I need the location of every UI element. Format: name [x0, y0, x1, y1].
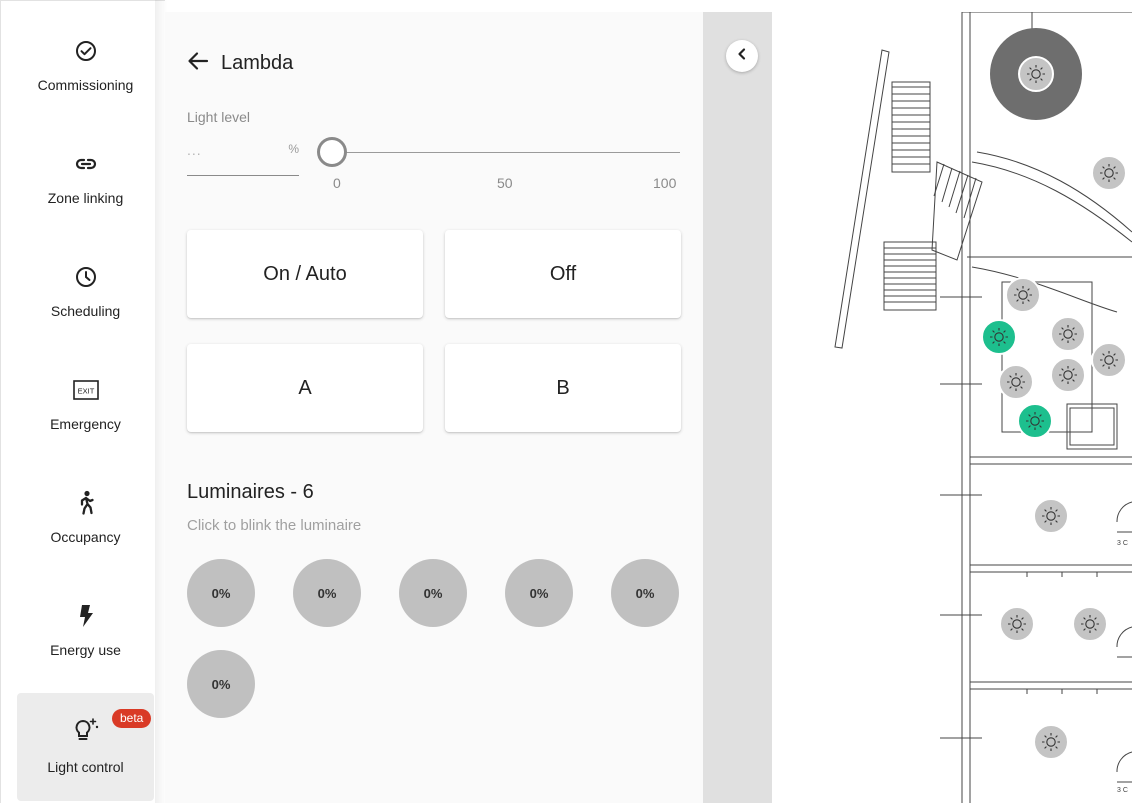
panel-header: Lambda [187, 50, 293, 77]
luminaire-button[interactable]: 0% [399, 559, 467, 627]
light-level-slider-track[interactable] [331, 152, 680, 153]
bulb-sparkle-icon [71, 713, 101, 749]
nav-item-label: Light control [47, 759, 124, 775]
exit-sign-icon: EXIT [72, 372, 99, 408]
nav-item-scheduling[interactable]: Scheduling [17, 247, 154, 347]
nav-item-energy-use[interactable]: Energy use [17, 586, 154, 686]
light-level-input[interactable]: ... % [187, 140, 299, 176]
luminaire-marker [1033, 498, 1069, 534]
nav-item-zone-linking[interactable]: Zone linking [17, 134, 154, 234]
luminaire-marker [1091, 342, 1127, 378]
luminaire-marker [1091, 155, 1127, 191]
luminaires-title: Luminaires - 6 [187, 481, 314, 503]
slider-min-label: 0 [333, 175, 341, 191]
nav-item-label: Emergency [50, 416, 121, 432]
light-level-slider-thumb[interactable] [317, 137, 347, 167]
nav-item-label: Occupancy [50, 529, 121, 545]
room-label: 3 C [1117, 540, 1128, 547]
floor-plan-map[interactable]: 3 C 3 C [772, 12, 1132, 803]
nav-item-label: Commissioning [37, 77, 134, 93]
check-circle-icon [74, 33, 98, 69]
nav-rail: Commissioning Zone linking Scheduling EX… [0, 0, 165, 803]
collapse-panel-button[interactable] [726, 40, 758, 72]
luminaire-marker [998, 364, 1034, 400]
scene-a-button[interactable]: A [187, 344, 423, 432]
luminaire-marker [1072, 606, 1108, 642]
nav-item-label: Scheduling [50, 303, 121, 319]
nav-item-label: Energy use [50, 642, 121, 658]
luminaire-button[interactable]: 0% [611, 559, 679, 627]
room-label: 3 C [1117, 787, 1128, 794]
clock-icon [74, 259, 98, 295]
luminaire-button[interactable]: 0% [187, 650, 255, 718]
beta-badge: beta [112, 709, 152, 728]
luminaire-marker [1050, 316, 1086, 352]
slider-max-label: 100 [653, 175, 677, 191]
zone-title: Lambda [221, 52, 294, 74]
nav-item-commissioning[interactable]: Commissioning [17, 21, 154, 121]
link-icon [74, 146, 98, 182]
light-control-panel: Lambda Light level ... % 0 50 100 On / A… [165, 12, 703, 803]
luminaire-marker [1018, 56, 1054, 92]
luminaire-marker-active [981, 319, 1017, 355]
light-level-placeholder: ... [187, 142, 202, 158]
slider-mid-label: 50 [497, 175, 513, 191]
lightning-icon [76, 598, 96, 634]
light-level-label: Light level [187, 109, 251, 125]
app-window: Commissioning Zone linking Scheduling EX… [0, 0, 1132, 803]
nav-item-occupancy[interactable]: Occupancy [17, 473, 154, 573]
back-arrow-icon[interactable] [187, 50, 209, 77]
nav-item-light-control[interactable]: beta Light control [17, 693, 154, 801]
chevron-left-icon [735, 47, 749, 66]
floor-plan-drawing: 3 C 3 C [834, 12, 1132, 803]
luminaire-marker [999, 606, 1035, 642]
panel-divider [703, 12, 772, 803]
luminaires-subtitle: Click to blink the luminaire [187, 517, 362, 534]
percent-unit: % [288, 142, 299, 156]
off-button[interactable]: Off [445, 230, 681, 318]
nav-item-label: Zone linking [47, 190, 124, 206]
nav-item-emergency[interactable]: EXIT Emergency [17, 360, 154, 460]
svg-text:EXIT: EXIT [77, 387, 94, 396]
walking-person-icon [74, 485, 98, 521]
on-auto-button[interactable]: On / Auto [187, 230, 423, 318]
luminaire-marker [1005, 277, 1041, 313]
luminaire-button[interactable]: 0% [187, 559, 255, 627]
luminaire-marker [1050, 357, 1086, 393]
scene-b-button[interactable]: B [445, 344, 681, 432]
luminaire-marker-active [1017, 403, 1053, 439]
luminaire-marker [1033, 724, 1069, 760]
luminaire-button[interactable]: 0% [505, 559, 573, 627]
luminaire-button[interactable]: 0% [293, 559, 361, 627]
